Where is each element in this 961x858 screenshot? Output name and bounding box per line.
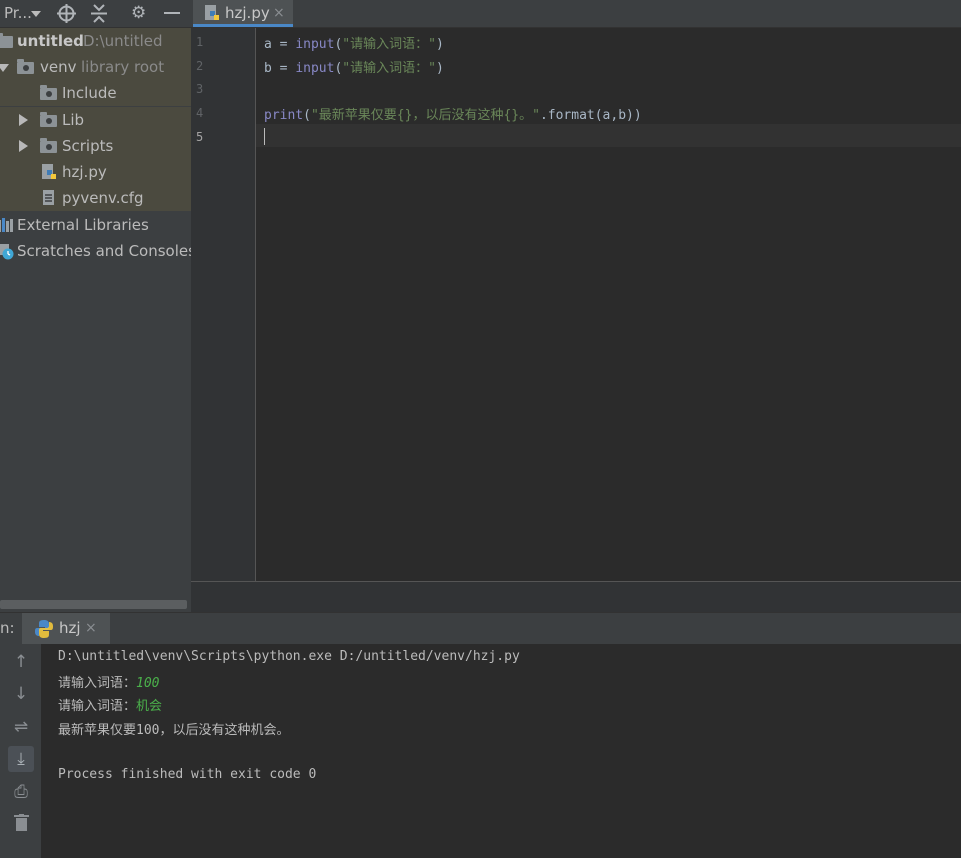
console-command-line: D:\untitled\venv\Scripts\python.exe D:/u… [58, 649, 520, 664]
tree-label: hzj.py [62, 163, 107, 181]
arrow-down-icon[interactable]: ↓ [8, 681, 34, 707]
close-icon[interactable]: × [273, 0, 285, 26]
console-line: 请输入词语：100 [58, 676, 160, 691]
tree-label: Lib [62, 111, 85, 129]
tab-hzj-py[interactable]: hzj.py × [193, 0, 293, 27]
tree-path: D:\untitled [83, 32, 163, 50]
libraries-icon [0, 218, 13, 232]
run-toolbar: ↑ ↓ ⇌ ⤓ ⎙ [0, 644, 42, 858]
line-number: 3 [196, 82, 204, 96]
python-icon [35, 620, 53, 638]
tree-node-hzj-py[interactable]: hzj.py [0, 159, 191, 185]
python-file-icon [42, 164, 56, 179]
minimize-icon[interactable] [164, 12, 180, 14]
soft-wrap-icon[interactable]: ⇌ [8, 714, 34, 740]
code-line-1[interactable]: a = input("请输入词语：") [264, 33, 444, 52]
console-line: 请输入词语：机会 [58, 699, 163, 714]
tree-label: Scratches and Consoles [17, 242, 196, 260]
tree-node-scripts[interactable]: Scripts [0, 133, 191, 159]
tree-label: pyvenv.cfg [62, 189, 144, 207]
dropdown-icon[interactable] [31, 11, 41, 17]
code-line-4[interactable]: print("最新苹果仅要{}，以后没有这种{}。".format(a,b)) [264, 104, 642, 123]
line-number: 2 [196, 59, 204, 73]
project-tree: untitled D:\untitled venv library root I… [0, 28, 196, 612]
tree-node-venv[interactable]: venv library root [0, 54, 191, 80]
tree-label: Include [62, 84, 117, 102]
config-file-icon [43, 190, 54, 205]
line-number: 4 [196, 106, 204, 120]
tree-label: Scripts [62, 137, 114, 155]
tab-label: hzj.py [225, 4, 270, 22]
console-exit-line: Process finished with exit code 0 [58, 767, 317, 782]
folder-icon [40, 138, 57, 153]
console-line: 最新苹果仅要100，以后没有这种机会。 [58, 723, 290, 738]
folder-icon [40, 112, 57, 127]
tree-label: venv [40, 58, 77, 76]
line-number: 1 [196, 35, 204, 49]
code-line-2[interactable]: b = input("请输入词语：") [264, 57, 444, 76]
scratches-icon [0, 244, 14, 260]
editor-breadcrumb-bar [191, 581, 961, 613]
print-icon[interactable]: ⎙ [8, 779, 34, 805]
tree-node-include[interactable]: Include [0, 80, 191, 106]
project-toolbar: Pr... ⚙ [0, 0, 191, 28]
gear-icon[interactable]: ⚙ [131, 0, 146, 27]
project-scrollbar[interactable] [0, 600, 187, 609]
folder-icon [40, 85, 57, 100]
chevron-down-icon[interactable] [0, 64, 9, 72]
python-file-icon [205, 5, 219, 20]
tree-label: External Libraries [17, 216, 149, 234]
run-tool-header: n: [0, 612, 961, 645]
tree-node-pyvenv-cfg[interactable]: pyvenv.cfg [0, 185, 191, 211]
chevron-right-icon[interactable] [19, 140, 28, 152]
text-caret [264, 128, 265, 145]
target-icon[interactable] [57, 4, 76, 23]
collapse-icon[interactable] [90, 4, 108, 23]
arrow-up-icon[interactable]: ↑ [8, 649, 34, 675]
folder-icon [0, 33, 13, 48]
trash-icon[interactable] [14, 814, 29, 832]
tree-node-lib[interactable]: Lib [0, 107, 191, 133]
console-output[interactable] [41, 644, 961, 858]
project-view-selector[interactable]: Pr... [4, 0, 32, 27]
console-user-input: 机会 [136, 699, 163, 714]
run-label: n: [0, 619, 15, 637]
console-user-input: 100 [136, 676, 160, 691]
tree-note: library root [81, 58, 165, 76]
folder-icon [17, 59, 34, 74]
scroll-to-end-icon[interactable]: ⤓ [8, 746, 34, 772]
tree-label: untitled [17, 32, 84, 50]
caret-line-highlight [256, 124, 961, 147]
tree-node-untitled[interactable]: untitled D:\untitled [0, 28, 191, 54]
line-number: 5 [196, 130, 204, 144]
editor-tab-bar [191, 0, 961, 28]
tab-label: hzj [59, 619, 81, 637]
close-icon[interactable]: × [85, 613, 97, 644]
chevron-right-icon[interactable] [19, 114, 28, 126]
tab-run-hzj[interactable]: hzj × [22, 613, 110, 644]
